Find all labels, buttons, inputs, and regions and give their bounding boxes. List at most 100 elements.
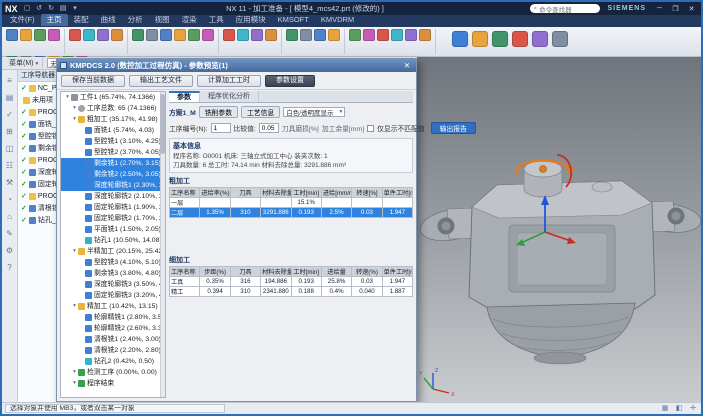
ribbon-tab-7[interactable]: 工具	[203, 14, 230, 26]
extrude-icon[interactable]	[146, 29, 158, 41]
show-mismatch-checkbox[interactable]	[367, 125, 374, 132]
datum-plane-icon[interactable]	[265, 29, 277, 41]
reuse-library-icon[interactable]: ☷	[4, 160, 16, 171]
ribbon-tab-10[interactable]: KMVDRM	[315, 14, 360, 26]
tree-item-5[interactable]: 型腔铣2 (3.70%, 4.05)	[61, 147, 165, 158]
tree-item-16[interactable]: 剩余铣3 (3.80%, 4.80)	[61, 268, 165, 279]
kmsoft-export-icon[interactable]	[452, 31, 468, 47]
machine-simulation-icon[interactable]	[405, 29, 417, 41]
subtract-boolean-icon[interactable]	[251, 29, 263, 41]
parameter-settings-button[interactable]: 参数设置	[265, 75, 315, 87]
paste-icon[interactable]	[111, 29, 123, 41]
roles-icon[interactable]: ≡	[4, 75, 16, 86]
create-sketch-icon[interactable]	[132, 29, 144, 41]
verify-toolpath-icon[interactable]	[391, 29, 403, 41]
ribbon-tab-6[interactable]: 渲染	[176, 14, 203, 26]
history-icon[interactable]: ◔	[4, 194, 16, 205]
tree-item-3[interactable]: 面铣1 (5.74%, 4.03)	[61, 125, 165, 136]
kmsoft-simulate-icon[interactable]	[492, 31, 508, 47]
menu-button[interactable]: 菜单(M) ▾	[5, 58, 43, 68]
tree-item-12[interactable]: 平面铣1 (1.50%, 2.05)	[61, 224, 165, 235]
tree-item-7[interactable]: 剩余铣2 (2.50%, 3.05)	[61, 169, 165, 180]
ribbon-tab-3[interactable]: 曲线	[95, 14, 122, 26]
save-icon[interactable]	[34, 29, 46, 41]
tab-optimization-analysis[interactable]: 程序优化分析	[200, 91, 259, 102]
create-geometry-icon[interactable]	[328, 29, 340, 41]
save-current-data-button[interactable]: 保存当前数据	[61, 75, 125, 87]
kmsoft-import-icon[interactable]	[472, 31, 488, 47]
calc-machining-time-button[interactable]: 计算加工工时	[197, 75, 261, 87]
table-row[interactable]: 工真0.35%316194.8860.19325.8%0.031.947	[170, 277, 413, 287]
postprocess-icon[interactable]	[419, 29, 431, 41]
tree-item-0[interactable]: ▾工件1 (65.74%, 74.1366)	[61, 92, 165, 103]
new-file-icon[interactable]	[6, 29, 18, 41]
tree-item-13[interactable]: 钻孔1 (10.50%, 14.08)	[61, 235, 165, 246]
home-icon[interactable]: ⌂	[4, 211, 16, 222]
kmsoft-report-icon[interactable]	[512, 31, 528, 47]
display-mode-combo[interactable]: 白色/透明度显示▾	[283, 107, 345, 117]
tree-item-14[interactable]: ▾半精加工 (20.15%, 25.42)	[61, 246, 165, 257]
graphics-viewport[interactable]: X Y Z	[417, 57, 701, 402]
tree-item-9[interactable]: 深度轮廓铣2 (2.10%, 2.65)	[61, 191, 165, 202]
tree-item-4[interactable]: 型腔铣1 (3.10%, 4.25)	[61, 136, 165, 147]
tree-item-18[interactable]: 固定轮廓铣3 (3.20%, 4.05)	[61, 290, 165, 301]
tree-item-17[interactable]: 深度轮廓铣3 (3.50%, 4.40)	[61, 279, 165, 290]
undo-icon[interactable]	[48, 29, 60, 41]
table-row[interactable]: 一层15.1%	[170, 198, 413, 208]
tree-item-25[interactable]: ▾检测工序 (0.00%, 0.00)	[61, 367, 165, 378]
hole-feature-icon[interactable]	[174, 29, 186, 41]
ribbon-tab-4[interactable]: 分析	[122, 14, 149, 26]
dialog-title-bar[interactable]: KMPDCS 2.0 (数控加工过程仿真) - 参数预览(1) ✕	[57, 59, 416, 72]
open-file-icon[interactable]	[20, 29, 32, 41]
expander-icon[interactable]: ▾	[71, 301, 78, 312]
compare-value-input[interactable]: 0.05	[259, 123, 279, 133]
pattern-feature-icon[interactable]	[223, 29, 235, 41]
process-info-button[interactable]: 工艺信息	[241, 106, 280, 118]
tree-item-23[interactable]: 清根铣2 (2.20%, 2.80)	[61, 345, 165, 356]
generate-toolpath-icon[interactable]	[377, 29, 389, 41]
tree-item-20[interactable]: 轮廓精铣1 (2.80%, 3.55)	[61, 312, 165, 323]
settings-icon[interactable]: ⚙	[4, 245, 16, 256]
tree-item-1[interactable]: ▾工序总数: 65 (74.1366)	[61, 103, 165, 114]
kmsoft-toolpath-icon[interactable]	[532, 31, 548, 47]
ribbon-tab-5[interactable]: 视图	[149, 14, 176, 26]
tree-item-11[interactable]: 固定轮廓铣2 (1.70%, 2.20)	[61, 213, 165, 224]
view-triad[interactable]: X Y Z	[419, 368, 455, 398]
ribbon-tab-1[interactable]: 主页	[41, 14, 68, 26]
ribbon-tab-8[interactable]: 应用模块	[230, 14, 272, 26]
constraint-navigator-icon[interactable]: ✓	[4, 109, 16, 120]
machining-wizard-icon[interactable]: ⚒	[4, 177, 16, 188]
tree-item-8[interactable]: 深度轮廓铣1 (2.30%, 2.85)	[61, 180, 165, 191]
export-process-file-button[interactable]: 输出工艺文件	[129, 75, 193, 87]
tree-item-22[interactable]: 清根铣1 (2.40%, 3.00)	[61, 334, 165, 345]
measure-distance-icon[interactable]	[286, 29, 298, 41]
command-finder[interactable]: ⌕ 命令查找器	[530, 4, 600, 13]
copy-icon[interactable]	[97, 29, 109, 41]
expander-icon[interactable]: ▾	[71, 246, 78, 257]
expander-icon[interactable]: ▾	[71, 114, 78, 125]
ribbon-tab-2[interactable]: 装配	[68, 14, 95, 26]
help-panel-icon[interactable]: ?	[4, 262, 16, 273]
split-view-icon[interactable]: ◧	[674, 404, 684, 413]
redo-icon[interactable]	[69, 29, 81, 41]
restore-button[interactable]: ❒	[669, 5, 682, 13]
assembly-constraints-icon[interactable]	[314, 29, 326, 41]
revolve-icon[interactable]	[160, 29, 172, 41]
move-component-icon[interactable]	[300, 29, 312, 41]
notes-icon[interactable]: ✎	[4, 228, 16, 239]
unite-boolean-icon[interactable]	[237, 29, 249, 41]
tree-scrollbar[interactable]	[160, 92, 165, 397]
create-operation-icon[interactable]	[363, 29, 375, 41]
tab-parameters[interactable]: 参数	[169, 91, 200, 102]
tree-item-2[interactable]: ▾粗加工 (35.17%, 41.98)	[61, 114, 165, 125]
origin-ball-icon[interactable]	[540, 166, 547, 173]
assembly-navigator-icon[interactable]: ▤	[4, 92, 16, 103]
dialog-close-icon[interactable]: ✕	[401, 61, 413, 70]
pan-icon[interactable]: ✛	[688, 404, 698, 413]
output-report-button[interactable]: 输出报告	[431, 122, 476, 134]
tree-item-10[interactable]: 固定轮廓铣1 (1.90%, 2.40)	[61, 202, 165, 213]
tree-item-6[interactable]: 剩余铣1 (2.70%, 3.15)	[61, 158, 165, 169]
minimize-button[interactable]: ─	[653, 5, 666, 12]
expander-icon[interactable]: ▾	[71, 103, 78, 114]
op-number-input[interactable]: 1	[211, 123, 231, 133]
